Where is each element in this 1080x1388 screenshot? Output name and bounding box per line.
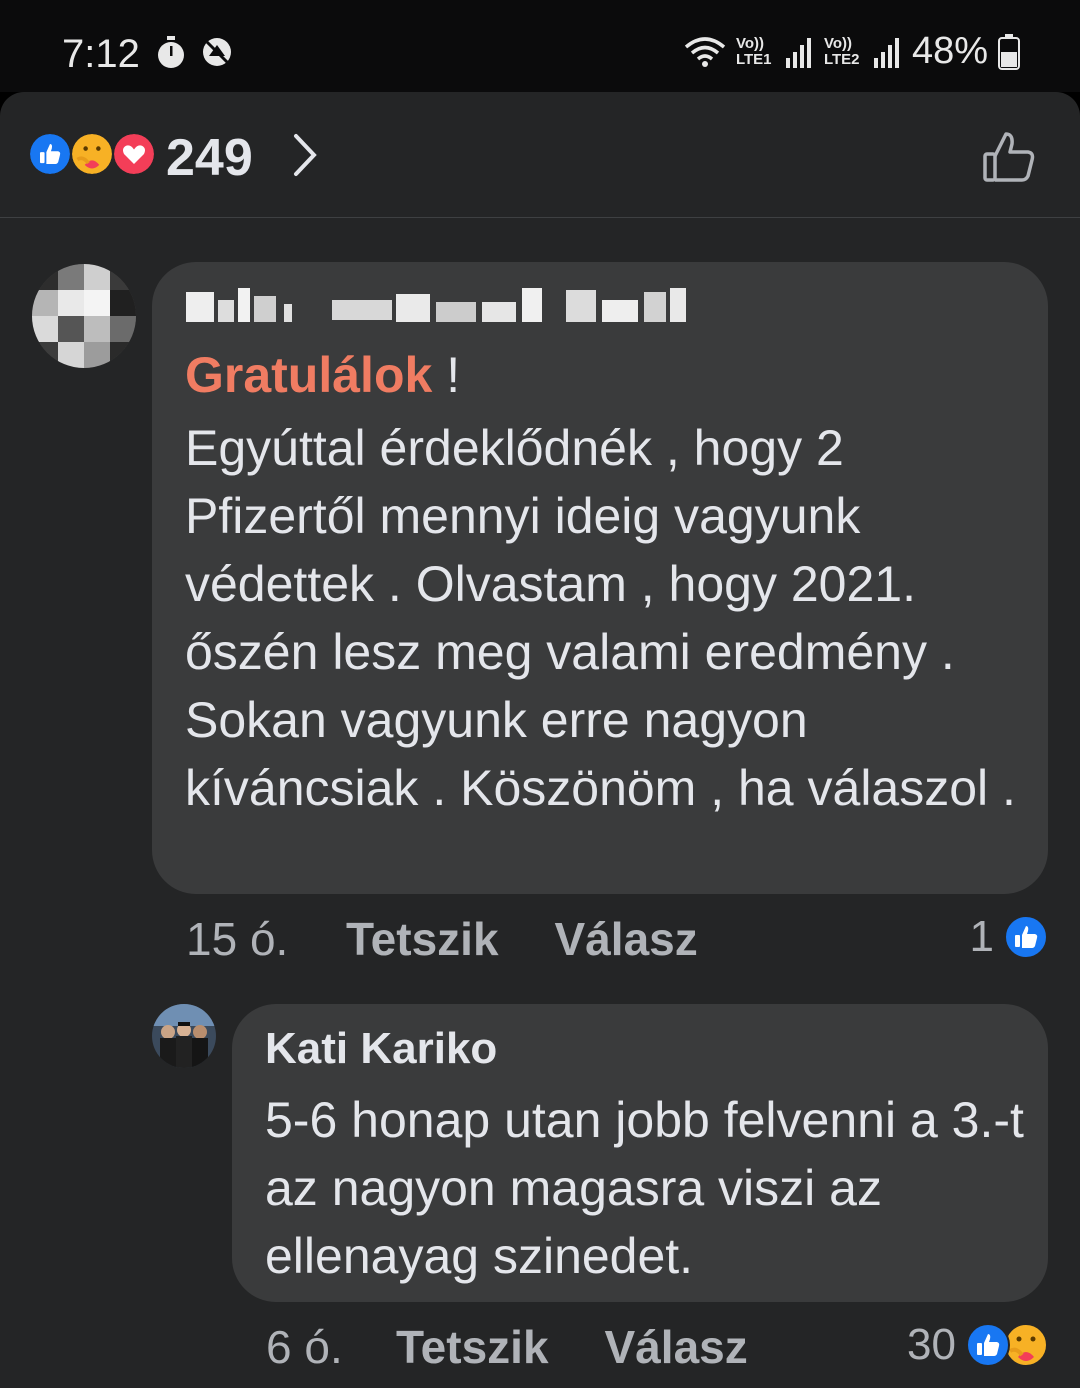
signal-icon	[785, 37, 811, 68]
care-icon	[1004, 1323, 1048, 1367]
thumbs-up-icon[interactable]	[982, 130, 1036, 184]
battery-percent: 48%	[911, 30, 988, 72]
reaction-header: 249	[0, 92, 1080, 218]
comment-actions: 15 ó. Tetszik Válasz	[186, 912, 754, 966]
chevron-right-icon[interactable]	[290, 132, 320, 178]
mention-suffix: !	[432, 347, 461, 403]
reply-bubble[interactable]: Kati Kariko 5-6 honap utan jobb felvenni…	[232, 1004, 1048, 1302]
comments-sheet: 249 Gratulálok ! Egyúttal érdeklődnék , …	[0, 92, 1080, 1388]
like-button[interactable]: Tetszik	[396, 1320, 549, 1374]
comment-bubble[interactable]: Gratulálok ! Egyúttal érdeklődnék , hogy…	[152, 262, 1048, 894]
like-icon	[966, 1323, 1010, 1367]
comment-timestamp[interactable]: 15 ó.	[186, 912, 346, 966]
reaction-count[interactable]: 249	[166, 128, 253, 188]
like-button[interactable]: Tetszik	[346, 912, 499, 966]
comment-text: Egyúttal érdeklődnék , hogy 2 Pfizertől …	[185, 420, 1016, 816]
author-name[interactable]: Kati Kariko	[265, 1024, 497, 1074]
reply-button[interactable]: Válasz	[605, 1320, 748, 1374]
redacted-author-name	[186, 288, 686, 322]
mention-text[interactable]: Gratulálok	[185, 347, 432, 403]
do-not-disturb-icon	[203, 38, 231, 66]
care-icon	[70, 132, 114, 176]
comment-reactions[interactable]: 30	[907, 1320, 1048, 1370]
comment-timestamp[interactable]: 6 ó.	[266, 1320, 396, 1374]
avatar[interactable]	[152, 1004, 216, 1068]
comment-reaction-count: 1	[969, 912, 994, 961]
wifi-icon	[684, 36, 726, 67]
group-photo-avatar-icon	[152, 1004, 216, 1068]
comment-text: 5-6 honap utan jobb felvenni a 3.-t az n…	[265, 1092, 1024, 1284]
comment-reactions[interactable]: 1	[970, 912, 1048, 962]
status-bar: 7:12 Vo)) LTE1 Vo)) LTE2 48%	[0, 0, 1080, 92]
stopwatch-icon	[158, 36, 184, 68]
like-icon	[28, 132, 72, 176]
love-icon	[112, 132, 156, 176]
comment-actions: 6 ó. Tetszik Válasz	[266, 1320, 804, 1374]
battery-icon	[998, 33, 1020, 70]
signal-icon	[873, 37, 899, 68]
reactions-summary[interactable]	[28, 132, 158, 178]
status-time: 7:12	[62, 32, 140, 76]
mention-link[interactable]: Gratulálok !	[185, 346, 460, 404]
avatar[interactable]	[32, 264, 136, 368]
like-icon	[1004, 915, 1048, 959]
blurred-avatar-icon	[32, 264, 136, 368]
reply-button[interactable]: Válasz	[555, 912, 698, 966]
comment-reaction-count: 30	[907, 1320, 956, 1369]
sim2-label: Vo)) LTE2	[823, 34, 860, 68]
sim1-label: Vo)) LTE1	[735, 34, 772, 68]
